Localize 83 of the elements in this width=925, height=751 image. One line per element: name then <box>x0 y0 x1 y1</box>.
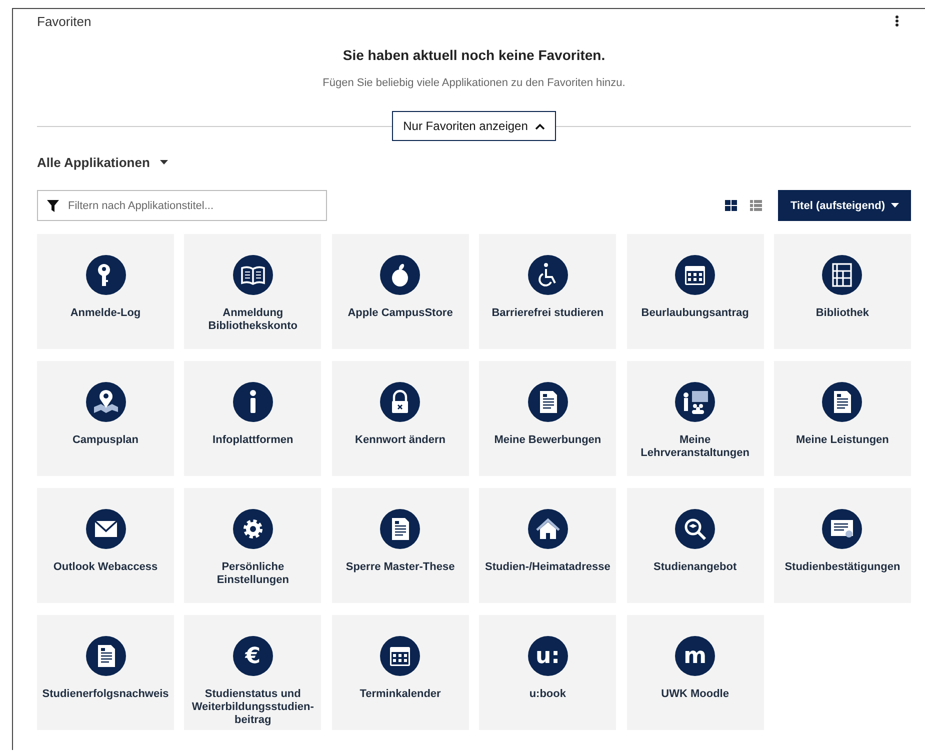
document-icon <box>86 636 126 676</box>
more-options-icon[interactable] <box>895 15 899 27</box>
app-tile[interactable]: € Studienstatus und Weiterbildungsstudien-beitrag <box>184 615 322 730</box>
app-tile[interactable]: Meine Lehrveranstaltungen <box>626 361 764 476</box>
applications-dropdown[interactable]: Alle Applikationen <box>37 155 168 170</box>
app-logo-icon: € <box>232 636 273 676</box>
map-icon <box>86 382 126 422</box>
house-icon <box>528 509 568 549</box>
app-title: Persönliche Einstellungen <box>216 561 290 587</box>
app-title: Outlook Webaccess <box>53 561 158 574</box>
caret-icon <box>891 203 899 208</box>
shelf-icon <box>822 255 862 295</box>
app-logo-icon: u: <box>528 636 568 676</box>
app-title: Anmelde-Log <box>70 307 141 320</box>
app-tile[interactable]: Terminkalender <box>332 615 469 730</box>
app-title: u:book <box>529 688 566 701</box>
calendar-icon <box>675 255 716 295</box>
app-tile[interactable]: Anmelde-Log <box>37 234 174 349</box>
app-title: Beurlaubungsantrag <box>641 307 749 320</box>
app-title: Meine Leistungen <box>796 434 889 447</box>
sort-button[interactable]: Titel (aufsteigend) <box>778 190 911 221</box>
app-tile[interactable]: Studienbestätigungen <box>774 488 911 603</box>
app-title: Studienstatus und Weiterbildungsstudien-beitrag <box>190 688 315 727</box>
apple-icon <box>380 255 420 295</box>
app-tile[interactable]: Persönliche Einstellungen <box>184 488 322 603</box>
key-icon <box>86 255 126 295</box>
app-title: Apple CampusStore <box>348 307 453 320</box>
empty-state-text: Fügen Sie beliebig viele Applikationen zu den Favoriten hinzu. <box>322 77 626 89</box>
app-title: Infoplattformen <box>212 434 294 447</box>
app-tile[interactable]: Studienangebot <box>626 488 764 603</box>
gear-icon <box>232 509 273 549</box>
app-title: Studienbestätigungen <box>784 561 900 574</box>
app-tile[interactable]: Meine Leistungen <box>774 361 911 476</box>
app-tile[interactable]: Anmeldung Bibliothekskonto <box>184 234 322 349</box>
info-icon <box>232 382 273 422</box>
app-tile[interactable]: Bibliothek <box>774 234 911 349</box>
app-title: Studienangebot <box>654 561 737 574</box>
app-title: Studien-/Heimatadresse <box>485 561 610 574</box>
empty-state-heading: Sie haben aktuell noch keine Favoriten. <box>342 47 606 63</box>
show-favorites-button[interactable]: Nur Favoriten anzeigen <box>392 111 556 141</box>
app-tile[interactable]: Apple CampusStore <box>332 234 469 349</box>
app-title: Meine Bewerbungen <box>494 434 602 447</box>
wheelchair-icon <box>528 255 568 295</box>
chevron-icon <box>534 122 545 130</box>
panel-title: Favoriten <box>37 14 92 28</box>
app-title: Terminkalender <box>360 688 441 701</box>
app-logo-icon: m <box>675 636 716 676</box>
app-tile[interactable]: Barrierefrei studieren <box>479 234 616 349</box>
app-title: Barrierefrei studieren <box>492 307 604 320</box>
filter-field[interactable]: Filtern nach Applikationstitel... <box>37 190 327 221</box>
lock-icon <box>380 382 420 422</box>
list-view-icon[interactable] <box>750 200 762 211</box>
teacher-icon <box>675 382 716 422</box>
app-title: Bibliothek <box>816 307 870 320</box>
envelope-icon <box>86 509 126 549</box>
grid-view-icon[interactable] <box>725 200 738 211</box>
app-tile[interactable]: u: u:book <box>479 615 616 730</box>
app-tile[interactable]: Kennwort ändern <box>332 361 469 476</box>
app-tile[interactable]: Studienerfolgsnachweis <box>37 615 174 730</box>
app-tile[interactable]: m UWK Moodle <box>626 615 764 730</box>
app-tile[interactable]: Campusplan <box>37 361 174 476</box>
filter-icon <box>47 200 59 212</box>
document-icon <box>822 382 862 422</box>
app-tile[interactable]: Outlook Webaccess <box>37 488 174 603</box>
app-title: Campusplan <box>72 434 138 447</box>
document-icon <box>380 509 420 549</box>
document-icon <box>528 382 568 422</box>
app-title: Studienerfolgsnachweis <box>42 688 169 701</box>
app-tile[interactable]: Studien-/Heimatadresse <box>479 488 616 603</box>
app-tile[interactable]: Beurlaubungsantrag <box>626 234 764 349</box>
app-tile[interactable]: Infoplattformen <box>184 361 322 476</box>
certificate-icon <box>822 509 862 549</box>
app-title: Anmeldung Bibliothekskonto <box>207 307 298 333</box>
app-title: Meine Lehrveranstaltungen <box>640 434 750 460</box>
search-icon <box>675 509 716 549</box>
app-title: Sperre Master-These <box>346 561 455 574</box>
app-tile[interactable]: Meine Bewerbungen <box>479 361 616 476</box>
app-title: Kennwort ändern <box>355 434 446 447</box>
book-icon <box>232 255 273 295</box>
app-title: UWK Moodle <box>661 688 729 701</box>
app-tile[interactable]: Sperre Master-These <box>332 488 469 603</box>
calendar-icon <box>380 636 420 676</box>
caret-icon <box>160 160 168 165</box>
